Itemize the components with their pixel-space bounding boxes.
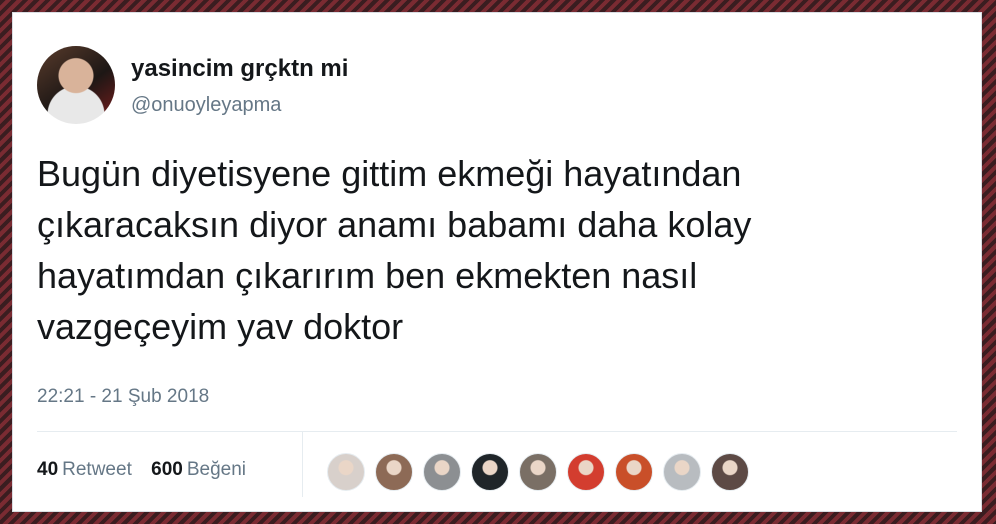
liker-avatar[interactable] bbox=[567, 453, 605, 491]
liker-avatar[interactable] bbox=[519, 453, 557, 491]
liker-avatar[interactable] bbox=[471, 453, 509, 491]
liker-avatar[interactable] bbox=[375, 453, 413, 491]
tweet-card: yasincim grçktn mi @onuoyleyapma Bugün d… bbox=[12, 12, 982, 512]
liker-avatar[interactable] bbox=[615, 453, 653, 491]
like-count: 600 bbox=[151, 459, 183, 480]
like-stat[interactable]: 600 Beğeni bbox=[151, 458, 246, 482]
retweet-label: Retweet bbox=[62, 459, 132, 480]
liker-avatar[interactable] bbox=[423, 453, 461, 491]
liker-avatar[interactable] bbox=[327, 453, 365, 491]
liker-avatar[interactable] bbox=[663, 453, 701, 491]
like-label: Beğeni bbox=[186, 459, 246, 480]
stats-divider bbox=[37, 431, 957, 432]
display-name[interactable]: yasincim grçktn mi bbox=[131, 55, 348, 83]
retweet-count: 40 bbox=[37, 459, 59, 480]
user-handle[interactable]: @onuoyleyapma bbox=[131, 93, 281, 117]
liker-avatar[interactable] bbox=[711, 453, 749, 491]
retweet-stat[interactable]: 40 Retweet bbox=[37, 458, 132, 482]
stats-vertical-divider bbox=[302, 431, 303, 497]
tweet-stats: 40 Retweet 600 Beğeni bbox=[37, 458, 260, 482]
tweet-timestamp[interactable]: 22:21 - 21 Şub 2018 bbox=[37, 385, 209, 409]
tweet-text: Bugün diyetisyene gittim ekmeği hayatınd… bbox=[37, 153, 752, 347]
liker-avatar-list bbox=[327, 453, 759, 493]
profile-avatar[interactable] bbox=[37, 46, 115, 124]
